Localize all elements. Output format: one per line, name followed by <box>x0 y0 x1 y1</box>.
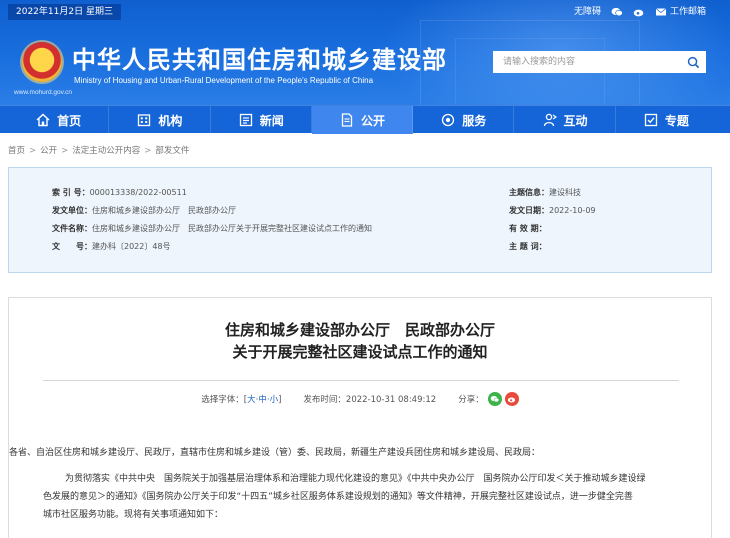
meta-unit-label: 发文单位： <box>52 206 92 215</box>
nav-interaction-label: 互动 <box>563 113 588 128</box>
search-button[interactable] <box>680 51 706 73</box>
meta-keywords: 主 题 词： <box>509 242 547 252</box>
nav-topics[interactable]: 专题 <box>616 106 716 134</box>
share-label: 分享： <box>458 395 484 405</box>
meta-doc-value: 建办科〔2022〕48号 <box>92 242 171 251</box>
nav-news-label: 新闻 <box>259 113 284 128</box>
document-metadata: 索 引 号：000013338/2022-00511 发文单位：住房和城乡建设部… <box>8 167 712 273</box>
wechat-share-icon[interactable] <box>487 392 502 406</box>
meta-doc-number: 文 号：建办科〔2022〕48号 <box>52 242 171 252</box>
meta-topic-label: 主题信息： <box>509 188 549 197</box>
nav-interaction[interactable]: 互动 <box>514 106 616 134</box>
publish-time: 发布时间：2022-10-31 08:49:12 <box>303 395 437 405</box>
meta-name-label: 文件名称： <box>52 224 92 233</box>
meta-date-value: 2022-10-09 <box>549 206 596 215</box>
meta-validity-label: 有 效 期： <box>509 224 547 233</box>
breadcrumb-ministry-docs[interactable]: 部发文件 <box>155 146 189 156</box>
meta-index-value: 000013338/2022-00511 <box>89 188 187 197</box>
font-size-close: ] <box>278 395 282 405</box>
breadcrumb-statutory[interactable]: 法定主动公开内容 <box>72 146 140 156</box>
breadcrumb-separator: > <box>144 146 152 156</box>
work-email-label: 工作邮箱 <box>669 7 706 17</box>
nav-service[interactable]: 服务 <box>413 106 515 134</box>
nav-home-label: 首页 <box>57 113 82 128</box>
font-size-selector: 选择字体：[大·中·小] <box>201 395 282 405</box>
breadcrumb-public[interactable]: 公开 <box>40 146 57 156</box>
search-input[interactable] <box>493 51 680 73</box>
weibo-share-icon[interactable] <box>504 392 519 406</box>
meta-topic-value: 建设科技 <box>549 188 581 197</box>
home-icon <box>36 113 50 127</box>
meta-doc-label: 文 号： <box>52 242 92 251</box>
interaction-icon <box>543 113 557 127</box>
document-icon <box>341 113 353 127</box>
site-url: www.mohurd.gov.cn <box>14 89 73 96</box>
article-title-line2: 关于开展完整社区建设试点工作的通知 <box>232 343 488 361</box>
nav-organization-label: 机构 <box>158 113 183 128</box>
article-paragraph-line1: 为贯彻落实《中共中央 国务院关于加强基层治理体系和治理能力现代化建设的意见》《中… <box>65 474 646 484</box>
nav-organization[interactable]: 机构 <box>109 106 211 134</box>
title-divider <box>43 380 679 381</box>
topic-icon <box>644 113 657 127</box>
current-date: 2022年11月2日 星期三 <box>8 4 121 20</box>
search-box <box>493 51 706 73</box>
meta-index: 索 引 号：000013338/2022-00511 <box>52 188 187 198</box>
news-icon <box>239 113 252 127</box>
building-icon <box>138 114 151 127</box>
nav-home[interactable]: 首页 <box>8 106 110 134</box>
nav-public-label: 公开 <box>360 113 385 128</box>
accessibility-link[interactable]: 无障碍 <box>574 5 601 19</box>
breadcrumb: 首页 > 公开 > 法定主动公开内容 > 部发文件 <box>8 144 189 156</box>
article-paragraph-line2: 色发展的意见＞的通知》《国务院办公厅关于印发“十四五”城乡社区服务体系建设规划的… <box>43 492 633 502</box>
search-icon <box>687 56 699 68</box>
meta-keywords-label: 主 题 词： <box>509 242 547 251</box>
work-email-link[interactable]: 工作邮箱 <box>655 5 706 19</box>
service-icon <box>442 113 455 127</box>
meta-name-value: 住房和城乡建设部办公厅 民政部办公厅关于开展完整社区建设试点工作的通知 <box>92 224 372 233</box>
meta-index-label: 索 引 号： <box>52 188 90 197</box>
nav-public[interactable]: 公开 <box>311 106 414 134</box>
breadcrumb-home[interactable]: 首页 <box>8 146 25 156</box>
meta-unit-value: 住房和城乡建设部办公厅 民政部办公厅 <box>92 206 236 215</box>
meta-topic: 主题信息：建设科技 <box>509 188 581 198</box>
national-emblem-logo <box>22 42 62 82</box>
font-size-medium[interactable]: 中 <box>258 395 267 405</box>
article-title-line1: 住房和城乡建设部办公厅 民政部办公厅 <box>224 321 495 339</box>
font-size-label: 选择字体：[ <box>201 395 248 405</box>
breadcrumb-separator: > <box>29 146 37 156</box>
weibo-icon[interactable] <box>633 6 645 18</box>
breadcrumb-separator: > <box>61 146 69 156</box>
nav-service-label: 服务 <box>462 113 487 128</box>
nav-topics-label: 专题 <box>664 113 689 128</box>
meta-date-label: 发文日期： <box>509 206 549 215</box>
article-info-bar: 选择字体：[大·中·小] 发布时间：2022-10-31 08:49:12 分享… <box>9 392 711 406</box>
site-title: 中华人民共和国住房和城乡建设部 <box>72 46 447 74</box>
site-subtitle: Ministry of Housing and Urban-Rural Deve… <box>74 76 374 85</box>
wechat-icon[interactable] <box>611 6 623 18</box>
topbar-links: 无障碍 工作邮箱 <box>574 5 706 19</box>
article: 住房和城乡建设部办公厅 民政部办公厅 关于开展完整社区建设试点工作的通知 选择字… <box>8 297 712 538</box>
mail-icon <box>655 6 667 18</box>
article-recipients: 各省、自治区住房和城乡建设厅、民政厅，直辖市住房和城乡建设（管）委、民政局，新疆… <box>9 448 541 458</box>
font-size-small[interactable]: 小 <box>270 395 279 405</box>
nav-news[interactable]: 新闻 <box>211 106 312 134</box>
meta-validity: 有 效 期： <box>509 224 547 234</box>
meta-unit: 发文单位：住房和城乡建设部办公厅 民政部办公厅 <box>52 206 236 216</box>
main-nav: 首页 机构 新闻 公开 服务 互动 专题 <box>0 105 730 134</box>
site-header: 2022年11月2日 星期三 无障碍 工作邮箱 中华人民共和国住房和城乡建设部 … <box>0 0 730 105</box>
meta-date: 发文日期：2022-10-09 <box>509 206 596 216</box>
meta-name: 文件名称：住房和城乡建设部办公厅 民政部办公厅关于开展完整社区建设试点工作的通知 <box>52 224 372 234</box>
font-size-large[interactable]: 大 <box>247 395 256 405</box>
article-paragraph-line3: 城市社区服务功能。现将有关事项通知如下： <box>43 510 224 520</box>
